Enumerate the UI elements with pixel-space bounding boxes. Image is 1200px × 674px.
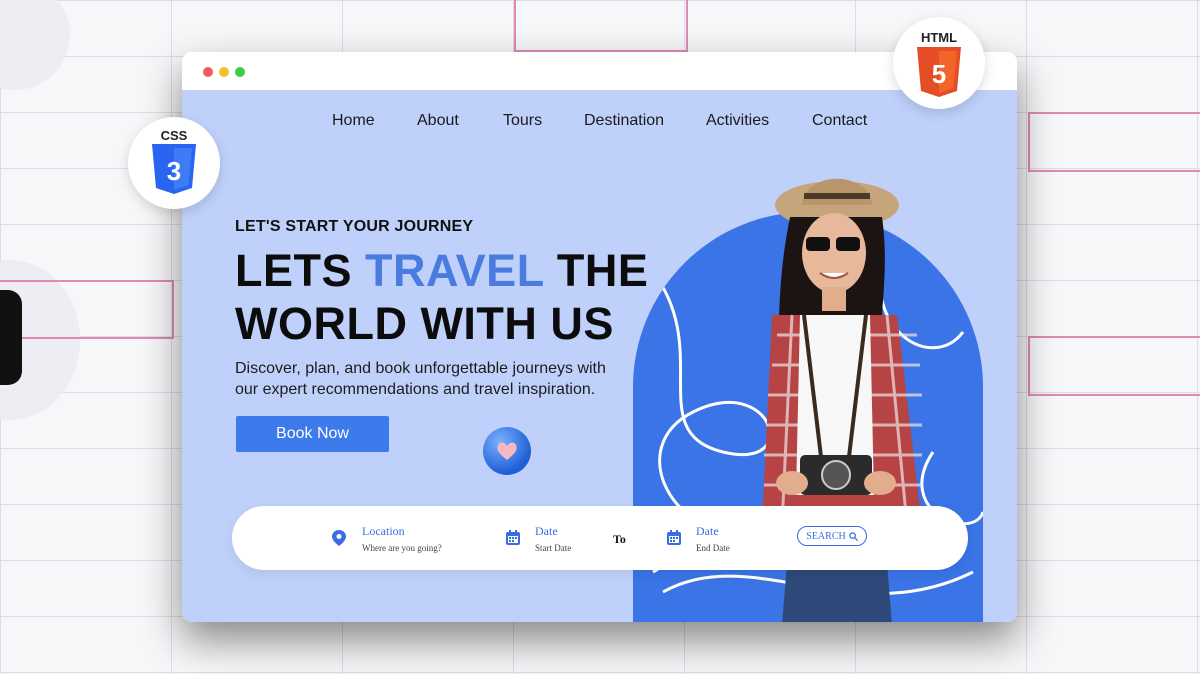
- nav-tours[interactable]: Tours: [503, 112, 542, 130]
- css-badge-label: CSS: [160, 128, 188, 143]
- calendar-icon: [506, 530, 520, 550]
- window-titlebar: [182, 52, 1017, 90]
- nav-contact[interactable]: Contact: [812, 112, 867, 130]
- close-window-dot[interactable]: [203, 67, 213, 77]
- decor-shape: [0, 290, 22, 385]
- headline-part2: THE: [543, 245, 649, 296]
- location-field-title: Location: [362, 524, 405, 538]
- maximize-window-dot[interactable]: [235, 67, 245, 77]
- browser-window: Home About Tours Destination Activities …: [182, 52, 1017, 622]
- minimize-window-dot[interactable]: [219, 67, 229, 77]
- decor-box: [0, 280, 174, 339]
- nav-destination[interactable]: Destination: [584, 112, 664, 130]
- html-badge-label: HTML: [920, 30, 958, 45]
- css3-badge: CSS 3: [128, 117, 220, 209]
- css3-shield-icon: 3: [152, 144, 196, 194]
- html5-shield-icon: 5: [917, 47, 961, 97]
- search-icon: [848, 531, 858, 541]
- nav-home[interactable]: Home: [332, 112, 375, 130]
- calendar-icon: [667, 530, 681, 550]
- end-date-field[interactable]: End Date: [696, 543, 730, 553]
- nav-activities[interactable]: Activities: [706, 112, 769, 130]
- css3-number: 3: [167, 156, 181, 186]
- hero-description: Discover, plan, and book unforgettable j…: [235, 360, 606, 398]
- book-now-button[interactable]: Book Now: [236, 416, 389, 452]
- headline-accent: TRAVEL: [365, 245, 544, 296]
- hero-headline: LETS TRAVEL THE WORLD WITH US: [235, 244, 648, 350]
- main-nav: Home About Tours Destination Activities …: [182, 112, 1017, 132]
- end-date-title: Date: [696, 524, 719, 538]
- landing-page: Home About Tours Destination Activities …: [182, 90, 1017, 622]
- headline-line2: WORLD WITH US: [235, 298, 614, 349]
- heart-icon: [483, 427, 531, 475]
- headline-part1: LETS: [235, 245, 366, 296]
- html5-number: 5: [932, 59, 946, 89]
- to-label: To: [613, 532, 626, 546]
- nav-about[interactable]: About: [417, 112, 459, 130]
- search-button-label: SEARCH: [806, 530, 846, 542]
- html5-badge: HTML 5: [893, 17, 985, 109]
- start-date-title: Date: [535, 524, 558, 538]
- start-date-field[interactable]: Start Date: [535, 543, 571, 553]
- decor-box: [1028, 112, 1200, 172]
- location-pin-icon: [332, 530, 346, 551]
- location-field[interactable]: Where are you going?: [362, 543, 442, 553]
- search-button[interactable]: SEARCH: [797, 526, 867, 546]
- decor-box: [514, 0, 688, 52]
- hero-eyebrow: LET'S START YOUR JOURNEY: [235, 218, 474, 235]
- trip-search-bar: Location Where are you going? Date Start…: [232, 506, 968, 570]
- decor-box: [1028, 336, 1200, 396]
